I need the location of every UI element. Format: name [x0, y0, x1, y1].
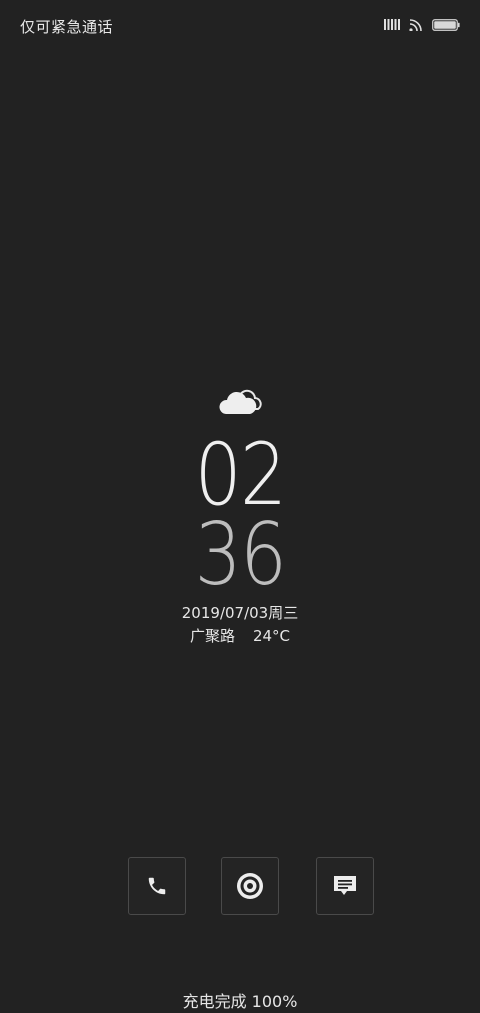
carrier-status: 仅可紧急通话	[20, 18, 114, 36]
temperature-text: 24°C	[252, 627, 291, 645]
camera-icon	[237, 873, 263, 899]
wifi-icon	[409, 19, 422, 31]
cloud-icon	[219, 389, 262, 414]
phone-icon	[148, 877, 166, 895]
clock-minute: 36	[194, 505, 287, 605]
status-icons	[384, 18, 460, 31]
battery-icon	[432, 18, 460, 31]
date-text: 2019/07/03周三	[181, 604, 299, 622]
lock-screen: 仅可紧急通话 02 36 2019/07/03周三 广聚路 24°C 充电完成 …	[0, 0, 480, 1013]
phone-shortcut-button[interactable]	[128, 857, 186, 915]
signal-bars-icon	[384, 19, 400, 30]
status-bar: 仅可紧急通话	[0, 0, 480, 52]
weather-location: 广聚路 24°C	[0, 625, 480, 646]
charge-status: 充电完成 100%	[182, 992, 298, 1011]
location-text: 广聚路	[189, 627, 235, 645]
message-shortcut-button[interactable]	[316, 857, 374, 915]
message-icon	[334, 876, 356, 895]
camera-shortcut-button[interactable]	[221, 857, 279, 915]
